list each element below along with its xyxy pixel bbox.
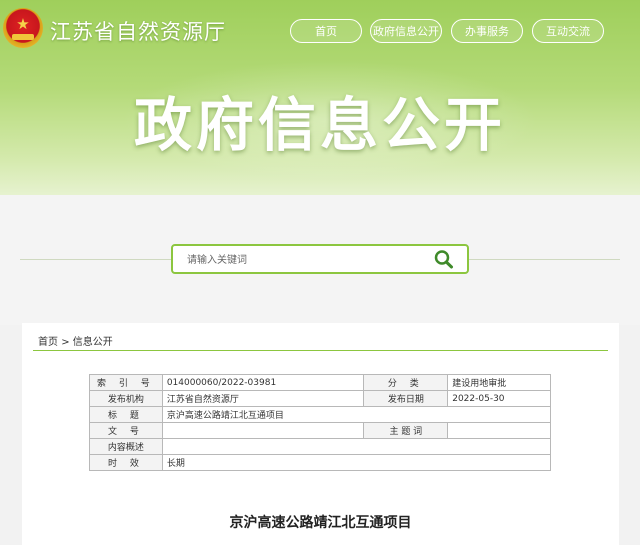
- document-metadata-table: 索 引 号 014000060/2022-03981 分 类 建设用地审批 发布…: [89, 374, 552, 471]
- search-input[interactable]: [185, 250, 429, 270]
- table-row: 时 效 长期: [89, 454, 552, 471]
- national-emblem-icon: ★: [3, 8, 43, 48]
- category-label: 分 类: [363, 374, 449, 391]
- category-value: 建设用地审批: [447, 374, 551, 391]
- breadcrumb-separator: >: [61, 337, 70, 348]
- emblem-base: [12, 34, 34, 40]
- search-icon[interactable]: [433, 249, 455, 269]
- search-box: [171, 244, 469, 274]
- breadcrumb-divider: [33, 350, 608, 351]
- validity-value: 长期: [161, 454, 552, 471]
- summary-value: [161, 438, 552, 455]
- validity-label: 时 效: [89, 454, 163, 471]
- table-row: 内容概述: [89, 438, 552, 455]
- publisher-label: 发布机构: [89, 390, 163, 407]
- subject-label: 主 题 词: [363, 422, 449, 439]
- publisher-value: 江苏省自然资源厅: [161, 390, 365, 407]
- index-label: 索 引 号: [89, 374, 163, 391]
- emblem-star: ★: [16, 15, 30, 33]
- index-value: 014000060/2022-03981: [161, 374, 365, 391]
- title-value: 京沪高速公路靖江北互通项目: [161, 406, 552, 423]
- breadcrumb-home-link[interactable]: 首页: [38, 337, 58, 348]
- site-name[interactable]: 江苏省自然资源厅: [50, 16, 226, 46]
- date-label: 发布日期: [363, 390, 449, 407]
- table-row: 发布机构 江苏省自然资源厅 发布日期 2022-05-30: [89, 390, 551, 407]
- table-row: 文 号 主 题 词: [89, 422, 551, 439]
- date-value: 2022-05-30: [447, 390, 551, 407]
- nav-info-disclosure-button[interactable]: 政府信息公开: [370, 19, 442, 43]
- table-row: 标 题 京沪高速公路靖江北互通项目: [89, 406, 552, 423]
- document-title: 京沪高速公路靖江北互通项目: [229, 515, 412, 531]
- banner-title: 政府信息公开: [133, 91, 506, 159]
- header-banner: ★ 江苏省自然资源厅 首页 政府信息公开 办事服务 互动交流 政府信息公开: [0, 0, 640, 195]
- content-panel: 首页 > 信息公开 索 引 号 014000060/2022-03981 分 类…: [22, 323, 619, 545]
- breadcrumb: 首页 > 信息公开: [38, 333, 113, 348]
- nav-services-button[interactable]: 办事服务: [451, 19, 523, 43]
- subject-value: [447, 422, 551, 439]
- docno-label: 文 号: [89, 422, 163, 439]
- title-label: 标 题: [89, 406, 163, 423]
- docno-value: [161, 422, 365, 439]
- summary-label: 内容概述: [89, 438, 163, 455]
- nav-interaction-button[interactable]: 互动交流: [532, 19, 604, 43]
- table-row: 索 引 号 014000060/2022-03981 分 类 建设用地审批: [89, 374, 551, 391]
- breadcrumb-current[interactable]: 信息公开: [73, 337, 113, 348]
- nav-home-button[interactable]: 首页: [290, 19, 362, 43]
